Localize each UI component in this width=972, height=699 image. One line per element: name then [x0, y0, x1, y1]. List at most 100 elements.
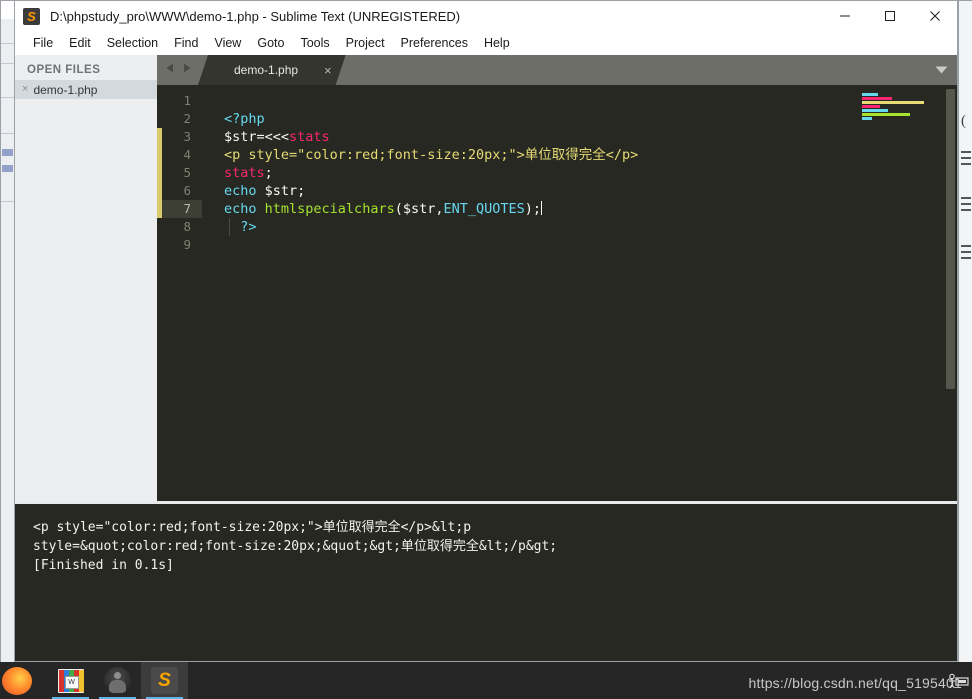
- minimap-line-5: [862, 109, 888, 112]
- minimap-line-3: [862, 101, 924, 104]
- menu-item-file[interactable]: File: [25, 34, 61, 52]
- title-bar[interactable]: D:\phpstudy_pro\WWW\demo-1.php - Sublime…: [15, 1, 957, 31]
- line-number-8: 8: [183, 219, 191, 234]
- taskbar-item-winrar[interactable]: W: [47, 662, 94, 699]
- code-line-9[interactable]: [202, 236, 855, 254]
- background-window-right[interactable]: (: [958, 0, 972, 664]
- code-line-6[interactable]: echo $str;: [202, 182, 855, 200]
- tab-label: demo-1.php: [234, 63, 299, 77]
- code-line-7[interactable]: echo htmlspecialchars($str,ENT_QUOTES);: [202, 200, 855, 218]
- tray-device-icon[interactable]: [948, 673, 970, 689]
- background-paren-glyph: (: [961, 113, 966, 129]
- code-line-2[interactable]: <?php: [202, 110, 855, 128]
- close-icon[interactable]: ×: [22, 84, 28, 95]
- line-number-3: 3: [183, 129, 191, 144]
- code-line-4[interactable]: <p style="color:red;font-size:20px;">单位取…: [202, 146, 855, 164]
- watermark-url: https://blog.csdn.net/qq_5195401: [748, 675, 962, 691]
- editor-vertical-scrollbar[interactable]: [943, 85, 957, 501]
- code-token: htmlspecialchars: [264, 201, 395, 217]
- code-editor-text[interactable]: <?php $str=<<<stats <p style="color:red;fo…: [202, 85, 855, 501]
- code-token: (: [394, 201, 403, 217]
- chevron-right-icon[interactable]: [181, 61, 192, 79]
- menu-item-help[interactable]: Help: [476, 34, 518, 52]
- code-token: $str;: [256, 183, 306, 199]
- console-line-3: [Finished in 0.1s]: [33, 558, 174, 573]
- line-number-9: 9: [183, 237, 191, 252]
- tab-close-icon[interactable]: ×: [324, 64, 332, 77]
- code-token: );: [524, 201, 542, 217]
- taskbar-item-sublime-text[interactable]: [141, 662, 188, 699]
- minimap-line-2: [862, 97, 892, 100]
- line-number-6: 6: [183, 183, 191, 198]
- taskbar: W https://blog.csdn.net/qq_5195401: [0, 662, 972, 699]
- desktop-background: ( D:\phpstudy_pro\WWW\demo-1.php - Subli…: [0, 0, 972, 699]
- minimize-button[interactable]: [822, 1, 867, 31]
- console-line-2: style=&quot;color:red;font-size:20px;&qu…: [33, 539, 558, 554]
- line-number-gutter: 1 2 3 4 5 6 78 9: [162, 85, 202, 501]
- taskbar-item-person-app[interactable]: [94, 662, 141, 699]
- code-token: =: [256, 129, 265, 145]
- sidebar-file-label: demo-1.php: [33, 82, 98, 97]
- minimap-line-4: [862, 105, 880, 108]
- person-avatar-icon: [104, 667, 131, 694]
- console-line-1: <p style="color:red;font-size:20px;">单位取…: [33, 520, 472, 535]
- chevron-left-icon[interactable]: [165, 61, 176, 79]
- code-token: stats: [289, 129, 330, 145]
- code-region: 123456789 <?php $str=<<<stats <p style="co…: [157, 85, 957, 501]
- code-token: <p style="color:red;font-size:20px;">单位取…: [224, 147, 639, 163]
- start-button[interactable]: [0, 662, 47, 699]
- editor-scrollbar-thumb[interactable]: [946, 89, 955, 389]
- sidebar-file-demo-1-php[interactable]: × demo-1.php: [15, 80, 157, 99]
- work-area: OPEN FILES × demo-1.php demo-1.php × 1 2…: [15, 55, 957, 501]
- menu-item-view[interactable]: View: [206, 34, 249, 52]
- minimap[interactable]: [855, 85, 943, 501]
- minimap-line-1: [862, 93, 878, 96]
- tab-list-dropdown-button[interactable]: [925, 55, 957, 85]
- sublime-icon: [23, 7, 40, 25]
- sublime-icon: [151, 667, 178, 694]
- menu-item-edit[interactable]: Edit: [61, 34, 99, 52]
- menu-item-tools[interactable]: Tools: [292, 34, 337, 52]
- code-line-8[interactable]: ?>: [202, 218, 855, 236]
- line-number-1: 1: [183, 93, 191, 108]
- minimap-line-7: [862, 117, 872, 120]
- sidebar-heading: OPEN FILES: [27, 64, 101, 76]
- code-token: stats: [224, 165, 265, 181]
- code-token: ENT_QUOTES: [443, 201, 525, 217]
- close-button[interactable]: [912, 1, 957, 31]
- minimap-line-6: [862, 113, 910, 116]
- build-output-panel[interactable]: <p style="color:red;font-size:20px;">单位取…: [15, 501, 957, 661]
- code-token: echo: [224, 201, 257, 217]
- menu-item-goto[interactable]: Goto: [249, 34, 292, 52]
- tab-demo-1-php[interactable]: demo-1.php ×: [198, 55, 346, 85]
- tab-strip: demo-1.php ×: [157, 55, 957, 85]
- menu-item-project[interactable]: Project: [338, 34, 393, 52]
- menu-item-find[interactable]: Find: [166, 34, 206, 52]
- code-line-5[interactable]: stats;: [202, 164, 855, 182]
- menu-item-preferences[interactable]: Preferences: [393, 34, 476, 52]
- line-number-2: 2: [183, 111, 191, 126]
- background-window-left-text: [1, 159, 15, 175]
- winrar-icon: W: [57, 668, 84, 693]
- code-line-1[interactable]: [202, 92, 855, 110]
- code-token: <<<: [264, 129, 290, 145]
- line-number-4: 4: [183, 147, 191, 162]
- window-title: D:\phpstudy_pro\WWW\demo-1.php - Sublime…: [50, 8, 461, 24]
- sidebar-open-files-list: × demo-1.php: [15, 80, 157, 99]
- menu-item-selection[interactable]: Selection: [99, 34, 166, 52]
- tab-nav-arrows: [157, 55, 198, 85]
- text-caret: [541, 201, 543, 215]
- line-number-5: 5: [183, 165, 191, 180]
- code-token: ;: [264, 165, 273, 181]
- code-token: $str: [402, 201, 436, 217]
- maximize-button[interactable]: [867, 1, 912, 31]
- code-token: echo: [224, 183, 257, 199]
- sublime-text-window: D:\phpstudy_pro\WWW\demo-1.php - Sublime…: [14, 0, 958, 662]
- code-token: <?php: [224, 111, 265, 127]
- code-token: $str: [224, 129, 257, 145]
- editor-column: demo-1.php × 123456789 <?php $str=<<<sta…: [157, 55, 957, 501]
- indent-guide: [229, 218, 230, 236]
- start-orb-icon: [1, 666, 32, 695]
- code-line-3[interactable]: $str=<<<stats: [202, 128, 855, 146]
